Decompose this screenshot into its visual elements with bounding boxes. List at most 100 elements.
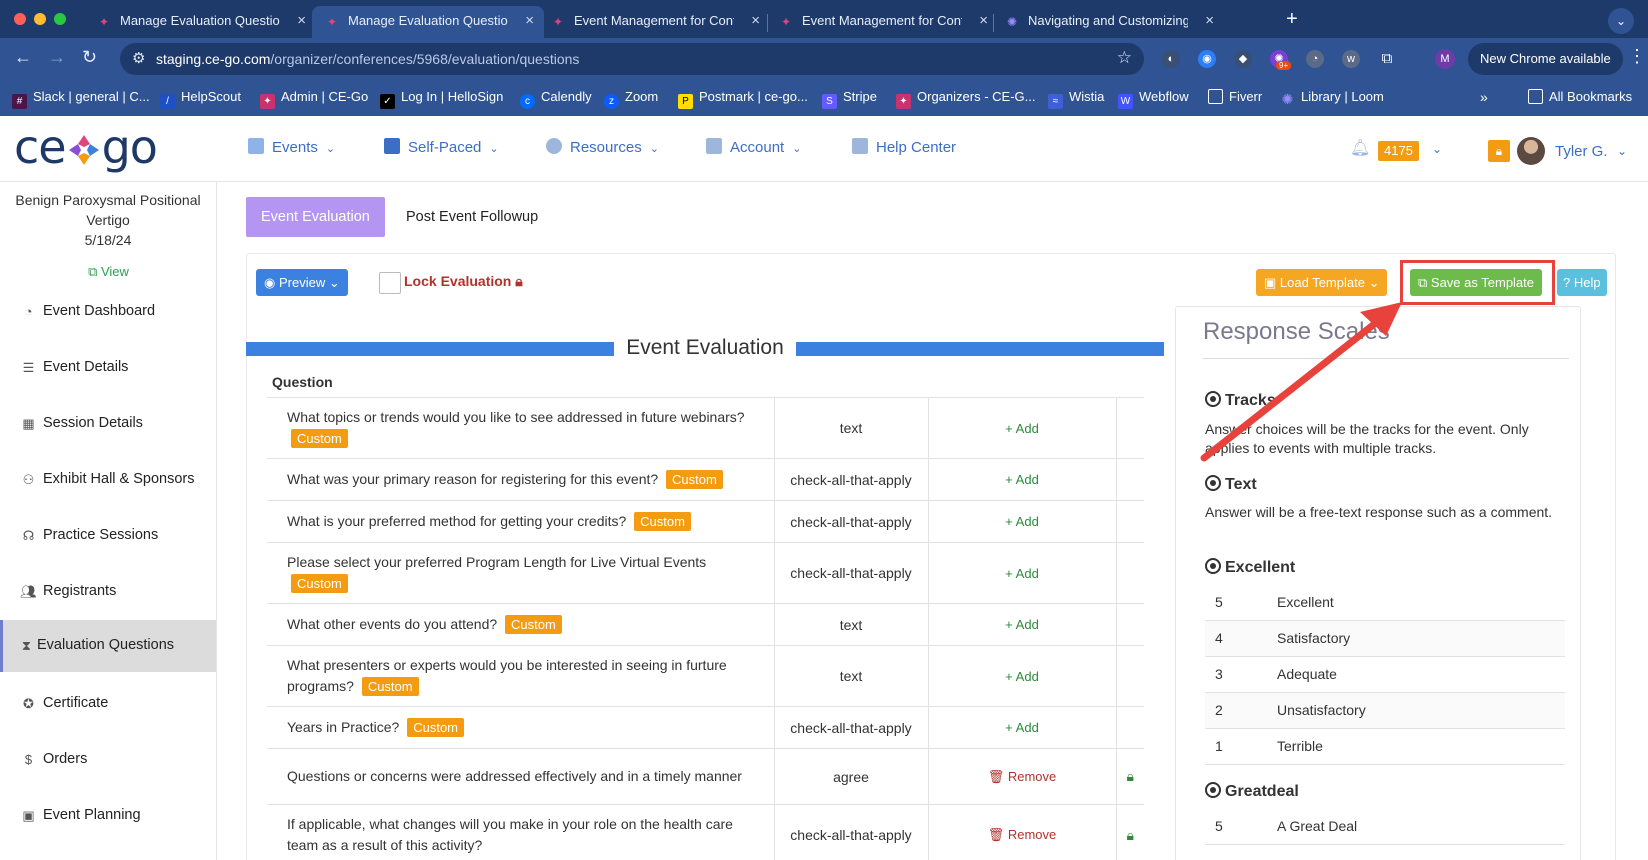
nav-events[interactable]: Events ⌄: [248, 138, 335, 156]
browser-tab[interactable]: ✦ Manage Evaluation Questions ×: [84, 6, 316, 38]
chrome-profile-avatar[interactable]: M: [1435, 49, 1455, 69]
sidebar-item-exhibit-hall[interactable]: ⚇ Exhibit Hall & Sponsors: [0, 454, 216, 506]
browser-tab[interactable]: ✦ Event Management for Contin ×: [538, 6, 770, 38]
cego-icon: ✦: [260, 94, 275, 109]
view-event-link[interactable]: ⧉ View: [0, 264, 217, 280]
nav-account[interactable]: Account ⌄: [706, 138, 801, 156]
tab-post-event-followup[interactable]: Post Event Followup: [391, 197, 553, 237]
sidebar-item-evaluation-questions[interactable]: ⧗ Evaluation Questions: [0, 620, 216, 672]
close-tab-icon[interactable]: ×: [297, 12, 306, 29]
browser-tab[interactable]: ✺ Navigating and Customizing E ×: [992, 6, 1224, 38]
bookmark-organizers[interactable]: ✦ Organizers - CE-G...: [896, 89, 1035, 109]
tab-event-evaluation[interactable]: Event Evaluation: [246, 197, 385, 237]
close-window-icon[interactable]: [14, 13, 26, 25]
sidebar-item-event-details[interactable]: ☰ Event Details: [0, 342, 216, 394]
reload-icon[interactable]: ↻: [82, 47, 97, 68]
new-tab-icon[interactable]: +: [1286, 8, 1298, 31]
extension-icon[interactable]: ◆: [1234, 50, 1252, 68]
minimize-window-icon[interactable]: [34, 13, 46, 25]
bookmark-postmark[interactable]: P Postmark | ce-go...: [678, 89, 808, 109]
bookmark-helpscout[interactable]: / HelpScout: [160, 89, 241, 109]
back-arrow-icon[interactable]: ←: [14, 47, 32, 68]
cego-logo[interactable]: ce go: [14, 120, 158, 174]
close-tab-icon[interactable]: ×: [1205, 12, 1214, 29]
tab-search-chevron-icon[interactable]: ⌄: [1608, 8, 1634, 34]
add-button[interactable]: + Add: [928, 458, 1117, 501]
bookmark-zoom[interactable]: z Zoom: [604, 89, 658, 109]
remove-button[interactable]: 🗑︎ Remove: [928, 748, 1117, 805]
extension-icon[interactable]: w: [1342, 50, 1360, 68]
extension-icon[interactable]: ◔: [1306, 50, 1324, 68]
add-button[interactable]: + Add: [928, 542, 1117, 604]
close-tab-icon[interactable]: ×: [525, 12, 534, 29]
bookmark-stripe[interactable]: S Stripe: [822, 89, 877, 109]
bookmarks-bar: # Slack | general | C... / HelpScout ✦ Admi…: [0, 80, 1648, 116]
question-text-cell: What other events do you attend? Custom: [267, 603, 775, 646]
sidebar-item-certificate[interactable]: ✪ Certificate: [0, 678, 216, 730]
bookmark-loom[interactable]: ✺ Library | Loom: [1280, 89, 1384, 107]
address-bar[interactable]: ⚙ staging.ce-go.com/organizer/conference…: [120, 43, 1144, 75]
sidebar-item-event-planning[interactable]: ▣ Event Planning: [0, 790, 216, 842]
bookmark-wistia[interactable]: ≈ Wistia: [1048, 89, 1104, 109]
new-chrome-available-button[interactable]: New Chrome available: [1468, 43, 1623, 75]
add-button[interactable]: + Add: [928, 603, 1117, 646]
bookmark-slack[interactable]: # Slack | general | C...: [12, 89, 150, 109]
add-button[interactable]: + Add: [928, 500, 1117, 543]
bookmark-star-icon[interactable]: ☆: [1117, 48, 1132, 68]
row-lock-cell: [1116, 500, 1144, 543]
webflow-icon: W: [1118, 94, 1133, 109]
nav-help-center[interactable]: Help Center: [852, 138, 956, 156]
help-button[interactable]: ? Help: [1557, 269, 1607, 296]
table-row: What topics or trends would you like to …: [267, 397, 1144, 459]
browser-tab-active[interactable]: ✦ Manage Evaluation Questions ×: [312, 6, 544, 38]
remove-button[interactable]: 🗑︎ Remove: [928, 804, 1117, 860]
bookmark-fiverr[interactable]: Fiverr: [1208, 89, 1262, 104]
sidebar-item-session-details[interactable]: ▦ Session Details: [0, 398, 216, 450]
add-button[interactable]: + Add: [928, 645, 1117, 707]
site-settings-icon[interactable]: ⚙: [132, 49, 145, 67]
question-text-cell: What is your preferred method for gettin…: [267, 500, 775, 543]
forward-arrow-icon[interactable]: →: [48, 47, 66, 68]
calendly-icon: c: [520, 94, 535, 109]
chevron-down-icon[interactable]: ⌄: [1617, 144, 1627, 158]
question-text-cell: What presenters or experts would you be …: [267, 645, 775, 707]
add-button[interactable]: + Add: [928, 706, 1117, 749]
response-scales-panel: [1175, 306, 1581, 860]
address-bar-url[interactable]: staging.ce-go.com/organizer/conferences/…: [156, 51, 579, 67]
sidebar-item-event-dashboard[interactable]: ◔ Event Dashboard: [0, 286, 216, 338]
bookmark-admin-cego[interactable]: ✦ Admin | CE-Go: [260, 89, 368, 109]
nav-self-paced[interactable]: Self-Paced ⌄: [384, 138, 499, 156]
extension-icon[interactable]: ◐: [1162, 50, 1180, 68]
row-lock-cell: [1116, 706, 1144, 749]
browser-tab[interactable]: ✦ Event Management for Contin ×: [766, 6, 998, 38]
sidebar-item-orders[interactable]: $ Orders: [0, 734, 216, 786]
user-name[interactable]: Tyler G.: [1555, 143, 1608, 160]
points-badge[interactable]: 4175: [1378, 141, 1419, 161]
nav-resources[interactable]: Resources ⌄: [546, 138, 659, 156]
sidebar-item-practice-sessions[interactable]: ☊ Practice Sessions: [0, 510, 216, 562]
load-template-button[interactable]: ▣ Load Template ⌄: [1256, 269, 1388, 296]
all-bookmarks[interactable]: All Bookmarks: [1528, 89, 1632, 104]
calendar-icon: [248, 138, 264, 154]
avatar[interactable]: [1517, 137, 1545, 165]
lock-evaluation-checkbox[interactable]: [379, 272, 401, 294]
maximize-window-icon[interactable]: [54, 13, 66, 25]
close-tab-icon[interactable]: ×: [751, 12, 760, 29]
add-button[interactable]: + Add: [928, 397, 1117, 459]
chrome-menu-icon[interactable]: ⋮: [1628, 46, 1646, 67]
bell-icon[interactable]: 🔔︎: [1350, 138, 1370, 158]
bookmark-hellosign[interactable]: ✓ Log In | HelloSign: [380, 89, 503, 109]
close-tab-icon[interactable]: ×: [979, 12, 988, 29]
bookmark-webflow[interactable]: W Webflow: [1118, 89, 1189, 109]
lock-icon[interactable]: 🔒︎: [1488, 140, 1510, 162]
extension-icon[interactable]: ◉: [1198, 50, 1216, 68]
extension-badge: 9+: [1276, 61, 1292, 70]
table-row: What is your preferred method for gettin…: [267, 500, 1144, 543]
preview-button[interactable]: ◉ Preview ⌄: [256, 269, 348, 296]
list-item: 1 Terrible: [1205, 728, 1565, 765]
extensions-puzzle-icon[interactable]: ⧉: [1378, 50, 1396, 68]
chevron-down-icon[interactable]: ⌄: [1432, 142, 1442, 156]
sidebar-item-registrants[interactable]: 👥︎ Registrants: [0, 566, 216, 618]
bookmark-calendly[interactable]: c Calendly: [520, 89, 592, 109]
bookmarks-overflow-icon[interactable]: »: [1480, 89, 1488, 105]
